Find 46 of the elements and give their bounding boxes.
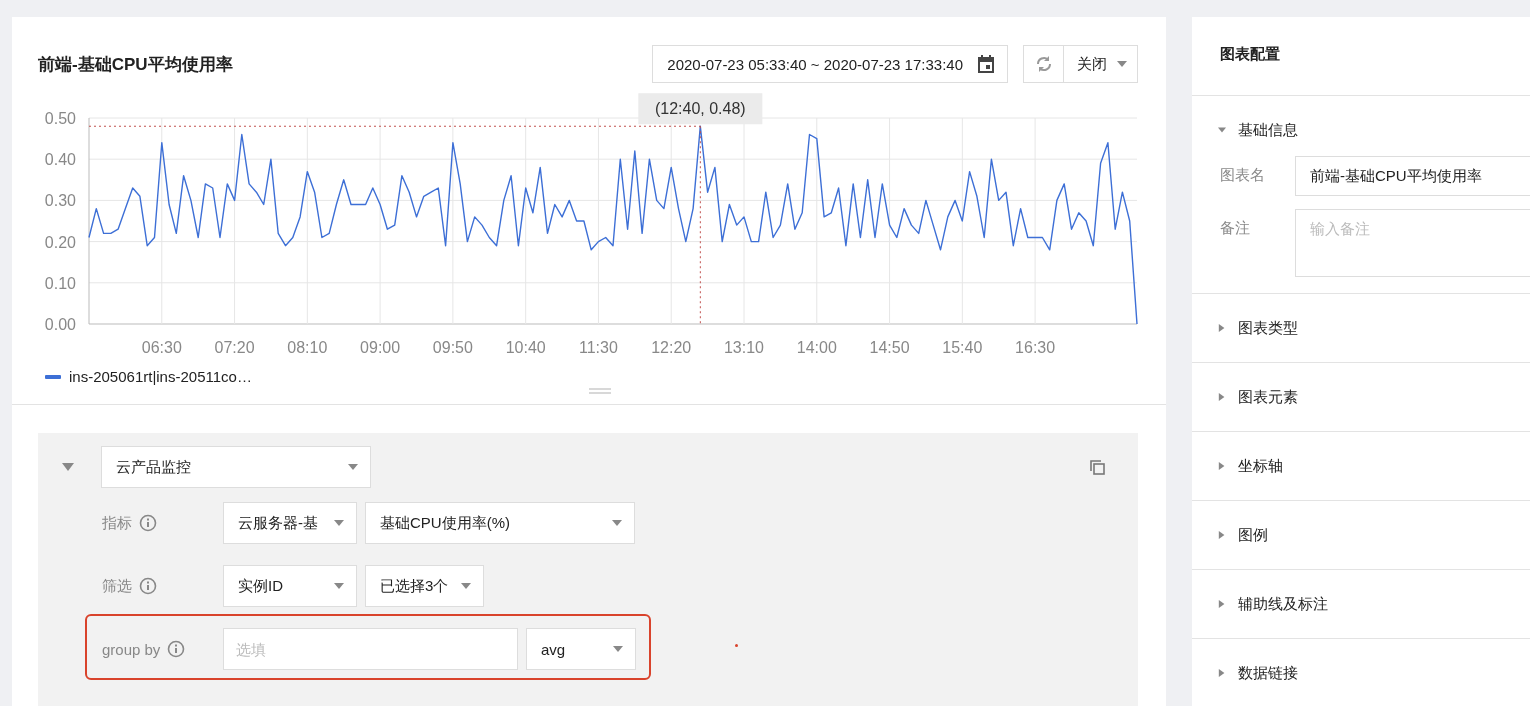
y-axis-label: 0.20 — [44, 233, 76, 251]
dropdown-select[interactable]: 云服务器-基 — [223, 502, 357, 544]
dropdown-select[interactable]: 实例ID — [223, 565, 357, 607]
section-header[interactable]: 数据链接 — [1192, 639, 1530, 706]
note-field[interactable]: 输入备注 — [1295, 209, 1530, 277]
chart-title: 前端-基础CPU平均使用率 — [38, 53, 234, 76]
dropdown-select[interactable]: 基础CPU使用率(%) — [365, 502, 635, 544]
y-axis-label: 0.40 — [44, 151, 76, 169]
x-axis-label: 09:50 — [432, 339, 473, 356]
x-axis-label: 14:00 — [796, 339, 837, 356]
x-axis-label: 11:30 — [579, 339, 618, 356]
field-label: group by — [102, 640, 161, 658]
tooltip: (12:40, 0.48) — [638, 93, 763, 125]
x-axis-label: 13:10 — [724, 339, 764, 356]
x-axis-label: 15:40 — [942, 339, 983, 356]
x-axis-label: 14:50 — [869, 339, 910, 356]
x-axis-label: 07:20 — [214, 339, 255, 356]
y-axis-label: 0.00 — [44, 316, 76, 333]
x-axis-label: 06:30 — [141, 339, 182, 356]
annotation: (12:40, 0.48) — [654, 100, 746, 118]
dropdown-select[interactable]: avg — [526, 628, 636, 670]
source-select[interactable]: 云产品监控 — [101, 446, 371, 488]
section-header[interactable]: 图表元素 — [1192, 363, 1530, 431]
x-axis-label: 10:40 — [505, 339, 546, 356]
y-axis-label: 0.30 — [44, 192, 76, 210]
panel-title: 图表配置 — [1192, 17, 1530, 96]
time-range-picker[interactable]: 2020-07-23 05:33:40 ~ 2020-07-23 17:33:40 — [652, 45, 1008, 83]
field-label: 筛选 — [102, 576, 132, 596]
section-header[interactable]: 图表类型 — [1192, 294, 1530, 362]
section-header[interactable]: 图例 — [1192, 501, 1530, 569]
field-label: 图表名 — [1220, 165, 1266, 185]
y-axis-label: 0.50 — [44, 110, 76, 127]
dropdown-select[interactable]: 已选择3个 — [365, 565, 484, 607]
section-header[interactable]: 坐标轴 — [1192, 432, 1530, 500]
field-label: 指标 — [102, 513, 132, 533]
auto-refresh-dropdown[interactable]: 关闭 — [1064, 45, 1138, 83]
x-axis-label: 12:20 — [651, 339, 692, 356]
x-axis-label: 16:30 — [1015, 339, 1056, 356]
x-axis-label: 09:00 — [360, 339, 401, 356]
text-input[interactable]: 选填 — [223, 628, 518, 670]
text-input[interactable]: 前端-基础CPU平均使用率 — [1295, 156, 1530, 196]
y-axis-label: 0.10 — [44, 274, 76, 292]
field-label: 备注 — [1220, 218, 1251, 238]
legend-label[interactable]: ins-205061rt|ins-20511co… — [69, 368, 252, 385]
x-axis-label: 08:10 — [287, 339, 328, 356]
section-header[interactable]: 辅助线及标注 — [1192, 570, 1530, 638]
